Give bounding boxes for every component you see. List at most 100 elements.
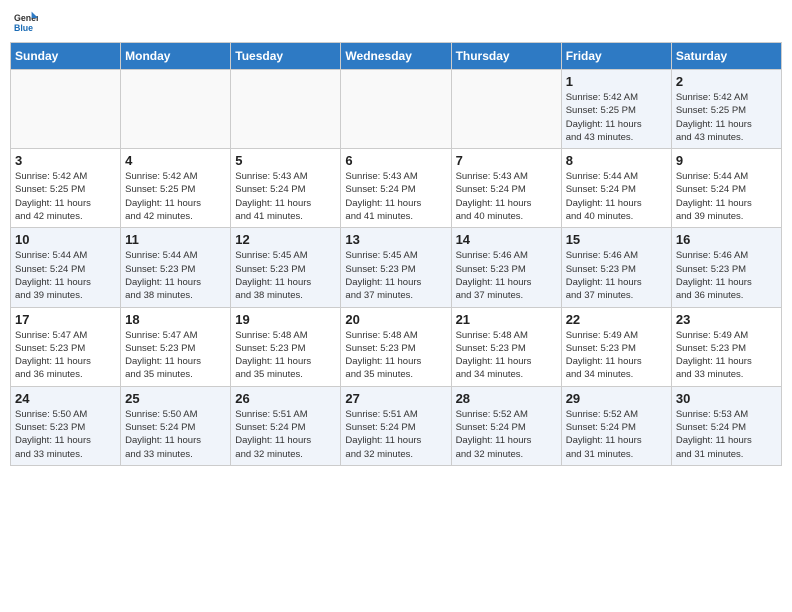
calendar-cell: 1 Sunrise: 5:42 AM Sunset: 5:25 PM Daylig… <box>561 70 671 149</box>
day-number: 28 <box>456 391 557 406</box>
day-info: Sunrise: 5:50 AM Sunset: 5:24 PM Dayligh… <box>125 408 226 461</box>
day-number: 8 <box>566 153 667 168</box>
day-number: 5 <box>235 153 336 168</box>
calendar-cell: 2 Sunrise: 5:42 AM Sunset: 5:25 PM Daylig… <box>671 70 781 149</box>
day-info: Sunrise: 5:49 AM Sunset: 5:23 PM Dayligh… <box>566 329 667 382</box>
day-info: Sunrise: 5:44 AM Sunset: 5:23 PM Dayligh… <box>125 249 226 302</box>
day-info: Sunrise: 5:42 AM Sunset: 5:25 PM Dayligh… <box>566 91 667 144</box>
calendar-cell: 6 Sunrise: 5:43 AM Sunset: 5:24 PM Daylig… <box>341 149 451 228</box>
calendar-cell: 23Sunrise: 5:49 AM Sunset: 5:23 PM Dayli… <box>671 307 781 386</box>
day-number: 18 <box>125 312 226 327</box>
day-info: Sunrise: 5:48 AM Sunset: 5:23 PM Dayligh… <box>345 329 446 382</box>
calendar-cell: 17 Sunrise: 5:47 AM Sunset: 5:23 PM Dayli… <box>11 307 121 386</box>
day-info: Sunrise: 5:46 AM Sunset: 5:23 PM Dayligh… <box>566 249 667 302</box>
calendar-cell: 26Sunrise: 5:51 AM Sunset: 5:24 PM Dayli… <box>231 386 341 465</box>
day-number: 11 <box>125 232 226 247</box>
day-number: 7 <box>456 153 557 168</box>
day-info: Sunrise: 5:44 AM Sunset: 5:24 PM Dayligh… <box>15 249 116 302</box>
calendar-cell: 27 Sunrise: 5:51 AM Sunset: 5:24 PM Dayli… <box>341 386 451 465</box>
calendar-week-4: 17 Sunrise: 5:47 AM Sunset: 5:23 PM Dayli… <box>11 307 782 386</box>
calendar-cell: 8 Sunrise: 5:44 AM Sunset: 5:24 PM Daylig… <box>561 149 671 228</box>
day-header-tuesday: Tuesday <box>231 43 341 70</box>
calendar-cell: 29 Sunrise: 5:52 AM Sunset: 5:24 PM Dayli… <box>561 386 671 465</box>
calendar-cell: 20 Sunrise: 5:48 AM Sunset: 5:23 PM Dayli… <box>341 307 451 386</box>
calendar-cell: 21 Sunrise: 5:48 AM Sunset: 5:23 PM Dayli… <box>451 307 561 386</box>
day-info: Sunrise: 5:52 AM Sunset: 5:24 PM Dayligh… <box>456 408 557 461</box>
day-number: 15 <box>566 232 667 247</box>
calendar-cell <box>121 70 231 149</box>
day-info: Sunrise: 5:43 AM Sunset: 5:24 PM Dayligh… <box>456 170 557 223</box>
day-info: Sunrise: 5:50 AM Sunset: 5:23 PM Dayligh… <box>15 408 116 461</box>
day-info: Sunrise: 5:46 AM Sunset: 5:23 PM Dayligh… <box>676 249 777 302</box>
day-header-friday: Friday <box>561 43 671 70</box>
day-number: 19 <box>235 312 336 327</box>
calendar-cell: 16 Sunrise: 5:46 AM Sunset: 5:23 PM Dayli… <box>671 228 781 307</box>
day-number: 10 <box>15 232 116 247</box>
day-info: Sunrise: 5:51 AM Sunset: 5:24 PM Dayligh… <box>345 408 446 461</box>
calendar-cell: 28 Sunrise: 5:52 AM Sunset: 5:24 PM Dayli… <box>451 386 561 465</box>
day-info: Sunrise: 5:53 AM Sunset: 5:24 PM Dayligh… <box>676 408 777 461</box>
day-number: 1 <box>566 74 667 89</box>
day-info: Sunrise: 5:46 AM Sunset: 5:23 PM Dayligh… <box>456 249 557 302</box>
day-number: 24 <box>15 391 116 406</box>
day-number: 21 <box>456 312 557 327</box>
calendar-week-1: 1 Sunrise: 5:42 AM Sunset: 5:25 PM Daylig… <box>11 70 782 149</box>
day-header-wednesday: Wednesday <box>341 43 451 70</box>
day-number: 17 <box>15 312 116 327</box>
calendar-table: SundayMondayTuesdayWednesdayThursdayFrid… <box>10 42 782 466</box>
day-header-thursday: Thursday <box>451 43 561 70</box>
day-info: Sunrise: 5:48 AM Sunset: 5:23 PM Dayligh… <box>456 329 557 382</box>
day-number: 30 <box>676 391 777 406</box>
day-number: 29 <box>566 391 667 406</box>
day-number: 25 <box>125 391 226 406</box>
day-header-sunday: Sunday <box>11 43 121 70</box>
day-number: 12 <box>235 232 336 247</box>
calendar-cell <box>11 70 121 149</box>
calendar-cell: 30 Sunrise: 5:53 AM Sunset: 5:24 PM Dayli… <box>671 386 781 465</box>
day-number: 22 <box>566 312 667 327</box>
calendar-week-5: 24 Sunrise: 5:50 AM Sunset: 5:23 PM Dayli… <box>11 386 782 465</box>
calendar-cell <box>231 70 341 149</box>
svg-text:Blue: Blue <box>14 23 33 33</box>
day-info: Sunrise: 5:42 AM Sunset: 5:25 PM Dayligh… <box>125 170 226 223</box>
day-number: 14 <box>456 232 557 247</box>
calendar-cell: 18 Sunrise: 5:47 AM Sunset: 5:23 PM Dayli… <box>121 307 231 386</box>
day-number: 9 <box>676 153 777 168</box>
calendar-cell: 24 Sunrise: 5:50 AM Sunset: 5:23 PM Dayli… <box>11 386 121 465</box>
day-number: 2 <box>676 74 777 89</box>
day-info: Sunrise: 5:42 AM Sunset: 5:25 PM Dayligh… <box>676 91 777 144</box>
calendar-cell <box>451 70 561 149</box>
day-info: Sunrise: 5:47 AM Sunset: 5:23 PM Dayligh… <box>125 329 226 382</box>
day-number: 13 <box>345 232 446 247</box>
calendar-week-3: 10 Sunrise: 5:44 AM Sunset: 5:24 PM Dayli… <box>11 228 782 307</box>
day-info: Sunrise: 5:44 AM Sunset: 5:24 PM Dayligh… <box>676 170 777 223</box>
day-number: 16 <box>676 232 777 247</box>
calendar-cell: 4 Sunrise: 5:42 AM Sunset: 5:25 PM Daylig… <box>121 149 231 228</box>
calendar-cell: 10 Sunrise: 5:44 AM Sunset: 5:24 PM Dayli… <box>11 228 121 307</box>
calendar-cell: 5Sunrise: 5:43 AM Sunset: 5:24 PM Daylig… <box>231 149 341 228</box>
day-info: Sunrise: 5:52 AM Sunset: 5:24 PM Dayligh… <box>566 408 667 461</box>
calendar-cell: 7 Sunrise: 5:43 AM Sunset: 5:24 PM Daylig… <box>451 149 561 228</box>
calendar-cell: 25 Sunrise: 5:50 AM Sunset: 5:24 PM Dayli… <box>121 386 231 465</box>
day-info: Sunrise: 5:45 AM Sunset: 5:23 PM Dayligh… <box>235 249 336 302</box>
day-info: Sunrise: 5:47 AM Sunset: 5:23 PM Dayligh… <box>15 329 116 382</box>
day-number: 23 <box>676 312 777 327</box>
day-number: 4 <box>125 153 226 168</box>
day-info: Sunrise: 5:51 AM Sunset: 5:24 PM Dayligh… <box>235 408 336 461</box>
logo-icon: General Blue <box>14 10 38 34</box>
day-number: 6 <box>345 153 446 168</box>
day-header-saturday: Saturday <box>671 43 781 70</box>
calendar-cell: 19 Sunrise: 5:48 AM Sunset: 5:23 PM Dayli… <box>231 307 341 386</box>
calendar-header-row: SundayMondayTuesdayWednesdayThursdayFrid… <box>11 43 782 70</box>
day-info: Sunrise: 5:48 AM Sunset: 5:23 PM Dayligh… <box>235 329 336 382</box>
calendar-cell: 11 Sunrise: 5:44 AM Sunset: 5:23 PM Dayli… <box>121 228 231 307</box>
calendar-cell <box>341 70 451 149</box>
day-info: Sunrise: 5:43 AM Sunset: 5:24 PM Dayligh… <box>345 170 446 223</box>
day-info: Sunrise: 5:44 AM Sunset: 5:24 PM Dayligh… <box>566 170 667 223</box>
day-number: 20 <box>345 312 446 327</box>
day-number: 27 <box>345 391 446 406</box>
calendar-cell: 14 Sunrise: 5:46 AM Sunset: 5:23 PM Dayli… <box>451 228 561 307</box>
day-number: 3 <box>15 153 116 168</box>
calendar-cell: 3 Sunrise: 5:42 AM Sunset: 5:25 PM Daylig… <box>11 149 121 228</box>
day-info: Sunrise: 5:42 AM Sunset: 5:25 PM Dayligh… <box>15 170 116 223</box>
